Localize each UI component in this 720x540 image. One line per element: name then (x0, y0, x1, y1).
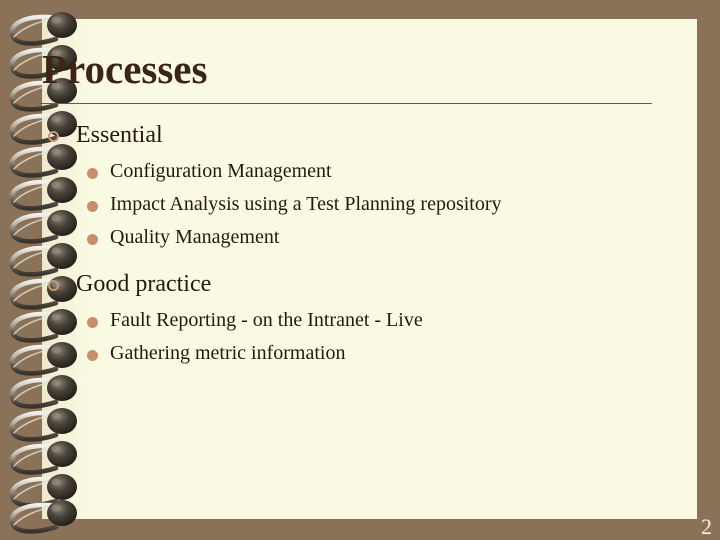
title-divider (40, 103, 652, 104)
bullet-level2-label: Impact Analysis using a Test Planning re… (110, 192, 502, 215)
bullet-level2-quality-management: Quality Management (42, 226, 662, 249)
dot-bullet-icon (87, 200, 98, 212)
slide-body: Essential Configuration Management Impac… (42, 122, 662, 377)
slide-page-number: 2 (701, 514, 712, 539)
bullet-level1-good-practice: Good practice (42, 271, 662, 298)
dot-bullet-icon (87, 167, 98, 179)
bullet-level1-essential: Essential (42, 122, 662, 149)
dot-bullet-icon (87, 316, 98, 328)
bullet-level2-label: Gathering metric information (110, 341, 346, 364)
bullet-group-essential: Essential Configuration Management Impac… (42, 122, 662, 249)
dot-bullet-icon (87, 233, 98, 245)
ring-bullet-icon (48, 279, 59, 291)
dot-bullet-icon (87, 349, 98, 361)
bullet-level2-label: Quality Management (110, 225, 280, 248)
bullet-level2-label: Configuration Management (110, 159, 332, 182)
ring-bullet-icon (48, 131, 59, 142)
bullet-group-good-practice: Good practice Fault Reporting - on the I… (42, 271, 662, 365)
bullet-level1-label: Essential (76, 122, 163, 148)
bullet-level2-impact-analysis: Impact Analysis using a Test Planning re… (42, 193, 662, 216)
slide-title: Processes (42, 46, 208, 92)
bullet-level2-label: Fault Reporting - on the Intranet - Live (110, 308, 423, 331)
bullet-level1-label: Good practice (76, 270, 212, 297)
slide: Processes Essential Configuration Manage… (0, 0, 720, 540)
bullet-level2-gathering-metric-information: Gathering metric information (42, 342, 662, 365)
bullet-level2-configuration-management: Configuration Management (42, 160, 662, 183)
bullet-level2-fault-reporting: Fault Reporting - on the Intranet - Live (42, 309, 662, 332)
